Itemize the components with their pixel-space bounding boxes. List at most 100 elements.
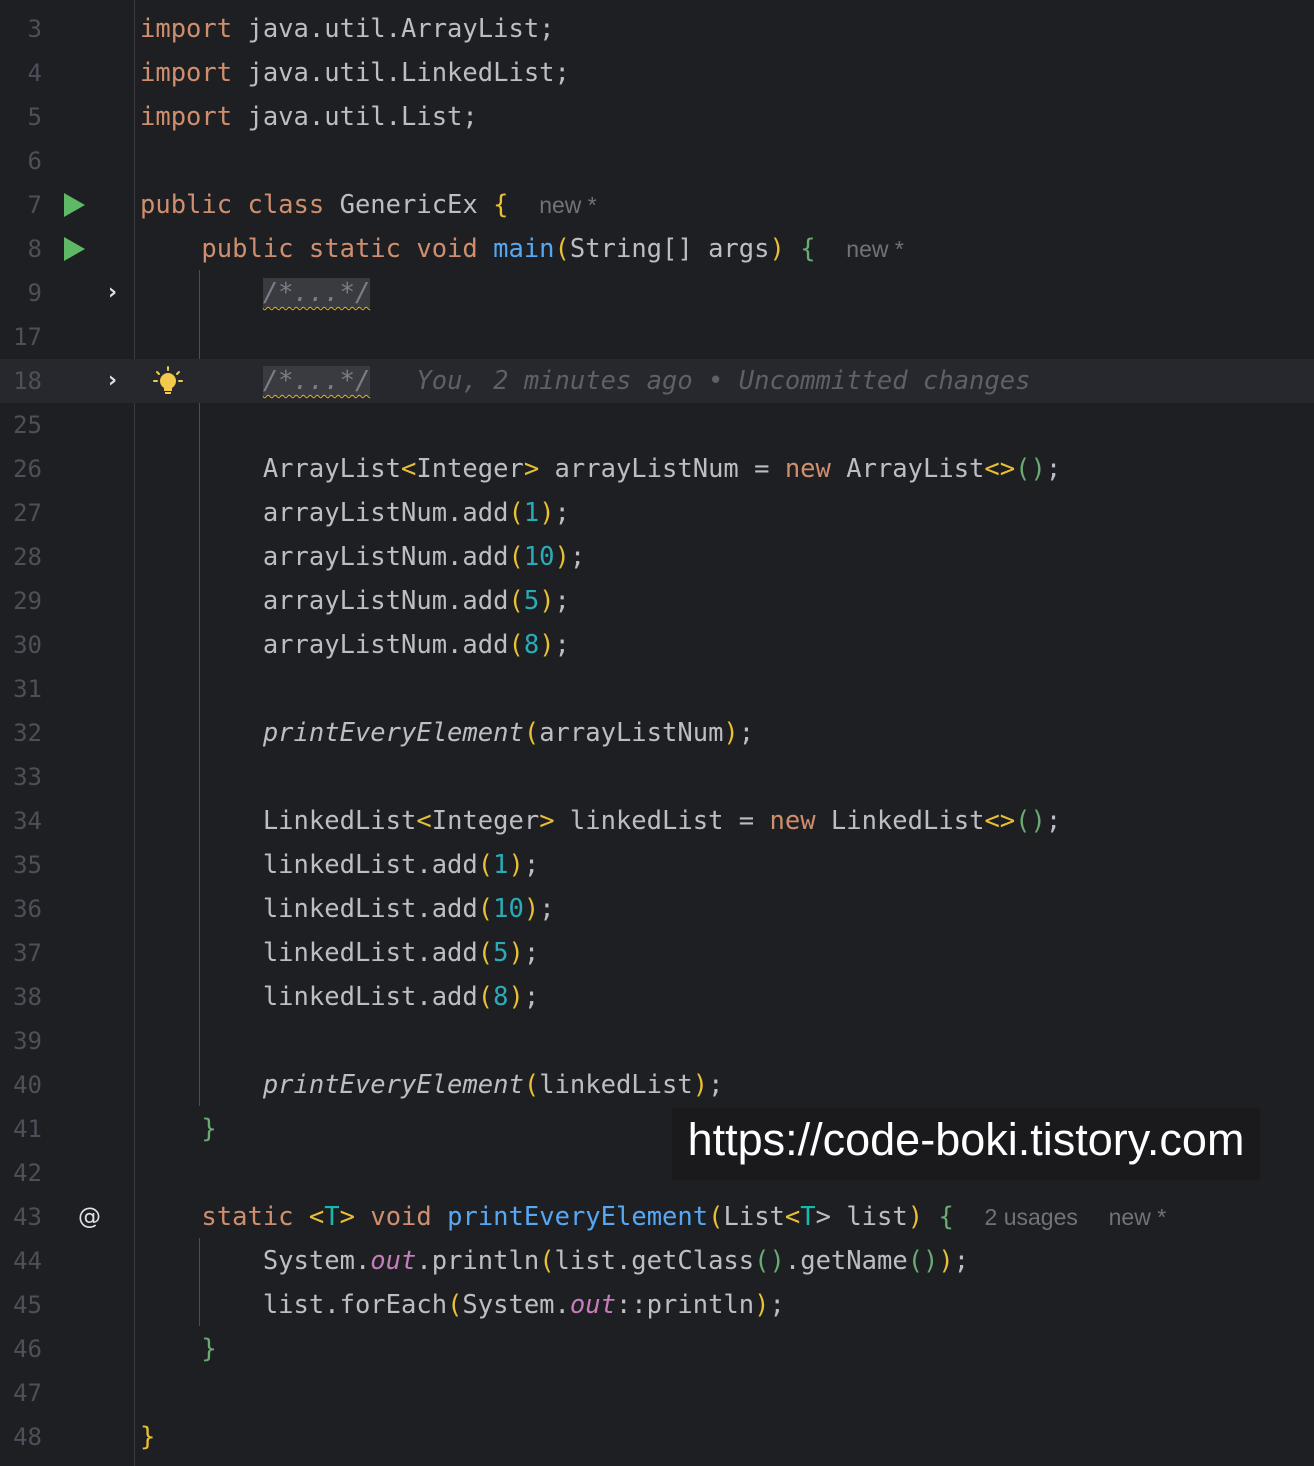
number-literal: 1 bbox=[493, 850, 509, 880]
line-number: 40 bbox=[13, 1071, 42, 1099]
code-line[interactable]: 30 arrayListNum.add(8); bbox=[0, 623, 1314, 667]
method-close: } bbox=[140, 1327, 217, 1371]
usages-hint[interactable]: 2 usages bbox=[985, 1204, 1078, 1230]
code-line[interactable]: 26 ArrayList<Integer> arrayListNum = new… bbox=[0, 447, 1314, 491]
code-line[interactable]: 9 › /*...*/ bbox=[0, 271, 1314, 315]
code-line[interactable]: 8 public static void main(String[] args)… bbox=[0, 227, 1314, 271]
at-sign-icon[interactable]: @ bbox=[78, 1195, 101, 1239]
code-line[interactable]: 33 bbox=[0, 755, 1314, 799]
code-line[interactable]: 44 System.out.println(list.getClass().ge… bbox=[0, 1239, 1314, 1283]
code-line[interactable]: 43 @ static <T> void printEveryElement(L… bbox=[0, 1195, 1314, 1239]
code-line[interactable]: 25 bbox=[0, 403, 1314, 447]
code-line[interactable]: 7 public class GenericEx { new * bbox=[0, 183, 1314, 227]
new-hint[interactable]: new * bbox=[539, 192, 597, 218]
code-line[interactable]: 37 linkedList.add(5); bbox=[0, 931, 1314, 975]
code-line[interactable]: 47 bbox=[0, 1371, 1314, 1415]
close-brace: } bbox=[140, 1422, 156, 1452]
code-line[interactable]: 35 linkedList.add(1); bbox=[0, 843, 1314, 887]
line-number: 3 bbox=[27, 15, 42, 43]
code-line[interactable]: 38 linkedList.add(8); bbox=[0, 975, 1314, 1019]
angle-bracket: < bbox=[308, 1202, 325, 1232]
line-number: 41 bbox=[13, 1115, 42, 1143]
method-call: arrayListNum.add bbox=[262, 630, 509, 660]
code-line[interactable]: 17 bbox=[0, 315, 1314, 359]
fold-placeholder[interactable]: /*...*/ bbox=[262, 366, 371, 396]
line-number: 42 bbox=[13, 1159, 42, 1187]
line-number: 44 bbox=[13, 1247, 42, 1275]
line-number: 31 bbox=[13, 675, 42, 703]
number-literal: 8 bbox=[493, 982, 509, 1012]
chevron-right-icon[interactable]: › bbox=[108, 359, 117, 403]
paren: ) bbox=[554, 542, 570, 572]
semicolon: ; bbox=[769, 1290, 785, 1320]
add-call: arrayListNum.add(10); bbox=[262, 542, 586, 572]
code-line[interactable]: 32 printEveryElement(arrayListNum); bbox=[0, 711, 1314, 755]
call-parens: () bbox=[1015, 806, 1046, 836]
code-line[interactable]: 39 bbox=[0, 1019, 1314, 1063]
line-number: 33 bbox=[13, 763, 42, 791]
open-brace: { bbox=[800, 234, 816, 264]
code-editor[interactable]: 3 import java.util.ArrayList; 4 import j… bbox=[0, 0, 1314, 1466]
line-number: 35 bbox=[13, 851, 42, 879]
add-call: linkedList.add(1); bbox=[262, 850, 540, 880]
import-path: java.util.LinkedList; bbox=[232, 58, 570, 88]
line-number: 7 bbox=[27, 191, 42, 219]
import-statement: import java.util.List; bbox=[140, 95, 478, 139]
paren: ( bbox=[508, 630, 524, 660]
code-line[interactable]: 3 import java.util.ArrayList; bbox=[0, 7, 1314, 51]
add-call: linkedList.add(8); bbox=[262, 982, 540, 1012]
method-declaration: public static void main(String[] args) {… bbox=[140, 227, 904, 271]
code-line[interactable]: 46 } bbox=[0, 1327, 1314, 1371]
code-line[interactable]: 5 import java.util.List; bbox=[0, 95, 1314, 139]
paren: ( bbox=[477, 982, 494, 1012]
number-literal: 8 bbox=[523, 630, 540, 660]
folded-comment: /*...*/ You, 2 minutes ago • Uncommitted… bbox=[140, 359, 1030, 403]
code-line[interactable]: 40 printEveryElement(linkedList); bbox=[0, 1063, 1314, 1107]
paren: ( bbox=[523, 1070, 540, 1100]
fold-placeholder[interactable]: /*...*/ bbox=[262, 278, 371, 308]
paren: ) bbox=[723, 718, 739, 748]
code-line[interactable]: 36 linkedList.add(10); bbox=[0, 887, 1314, 931]
code-line[interactable]: 48 } bbox=[0, 1415, 1314, 1459]
keyword-import: import bbox=[140, 14, 233, 44]
arraylist-declaration: ArrayList<Integer> arrayListNum = new Ar… bbox=[140, 447, 1061, 491]
argument: linkedList bbox=[539, 1070, 693, 1100]
run-icon[interactable] bbox=[64, 237, 85, 261]
angle-bracket: > bbox=[339, 1202, 355, 1232]
code-line[interactable]: 4 import java.util.LinkedList; bbox=[0, 51, 1314, 95]
new-hint[interactable]: new * bbox=[1109, 1204, 1167, 1230]
add-call: linkedList.add(10); bbox=[262, 894, 555, 924]
line-number: 8 bbox=[27, 235, 42, 263]
paren: ( bbox=[508, 498, 524, 528]
line-number: 26 bbox=[13, 455, 42, 483]
code-line[interactable]: 6 bbox=[0, 139, 1314, 183]
method-call: linkedList.add bbox=[262, 850, 478, 880]
method-call: .getName bbox=[784, 1246, 908, 1276]
paren: ) bbox=[754, 1290, 770, 1320]
chevron-right-icon[interactable]: › bbox=[108, 271, 117, 315]
variable-assign: arrayListNum = bbox=[539, 454, 785, 484]
code-line[interactable]: 31 bbox=[0, 667, 1314, 711]
close-brace: } bbox=[201, 1114, 217, 1144]
code-line-current[interactable]: 18 › /*...*/ You, 2 minutes ago • Uncomm… bbox=[0, 359, 1314, 403]
code-line[interactable]: 28 arrayListNum.add(10); bbox=[0, 535, 1314, 579]
line-number: 18 bbox=[13, 367, 42, 395]
close-brace: } bbox=[201, 1334, 217, 1364]
paren: ( bbox=[477, 850, 494, 880]
variable-assign: linkedList = bbox=[554, 806, 770, 836]
paren: ( bbox=[508, 586, 524, 616]
code-line[interactable]: 27 arrayListNum.add(1); bbox=[0, 491, 1314, 535]
code-line[interactable]: 34 LinkedList<Integer> linkedList = new … bbox=[0, 799, 1314, 843]
keyword-new: new bbox=[769, 806, 816, 836]
paren: ( bbox=[539, 1246, 555, 1276]
semicolon: ; bbox=[1045, 454, 1062, 484]
code-line[interactable]: 45 list.forEach(System.out::println); bbox=[0, 1283, 1314, 1327]
method-declaration: static <T> void printEveryElement(List<T… bbox=[140, 1195, 1166, 1239]
param-type: List bbox=[723, 1202, 785, 1232]
code-line[interactable]: 29 arrayListNum.add(5); bbox=[0, 579, 1314, 623]
number-literal: 5 bbox=[493, 938, 509, 968]
run-icon[interactable] bbox=[64, 193, 85, 217]
new-hint[interactable]: new * bbox=[846, 236, 904, 262]
param-name: > list bbox=[815, 1202, 908, 1232]
type-name: LinkedList bbox=[815, 806, 985, 836]
